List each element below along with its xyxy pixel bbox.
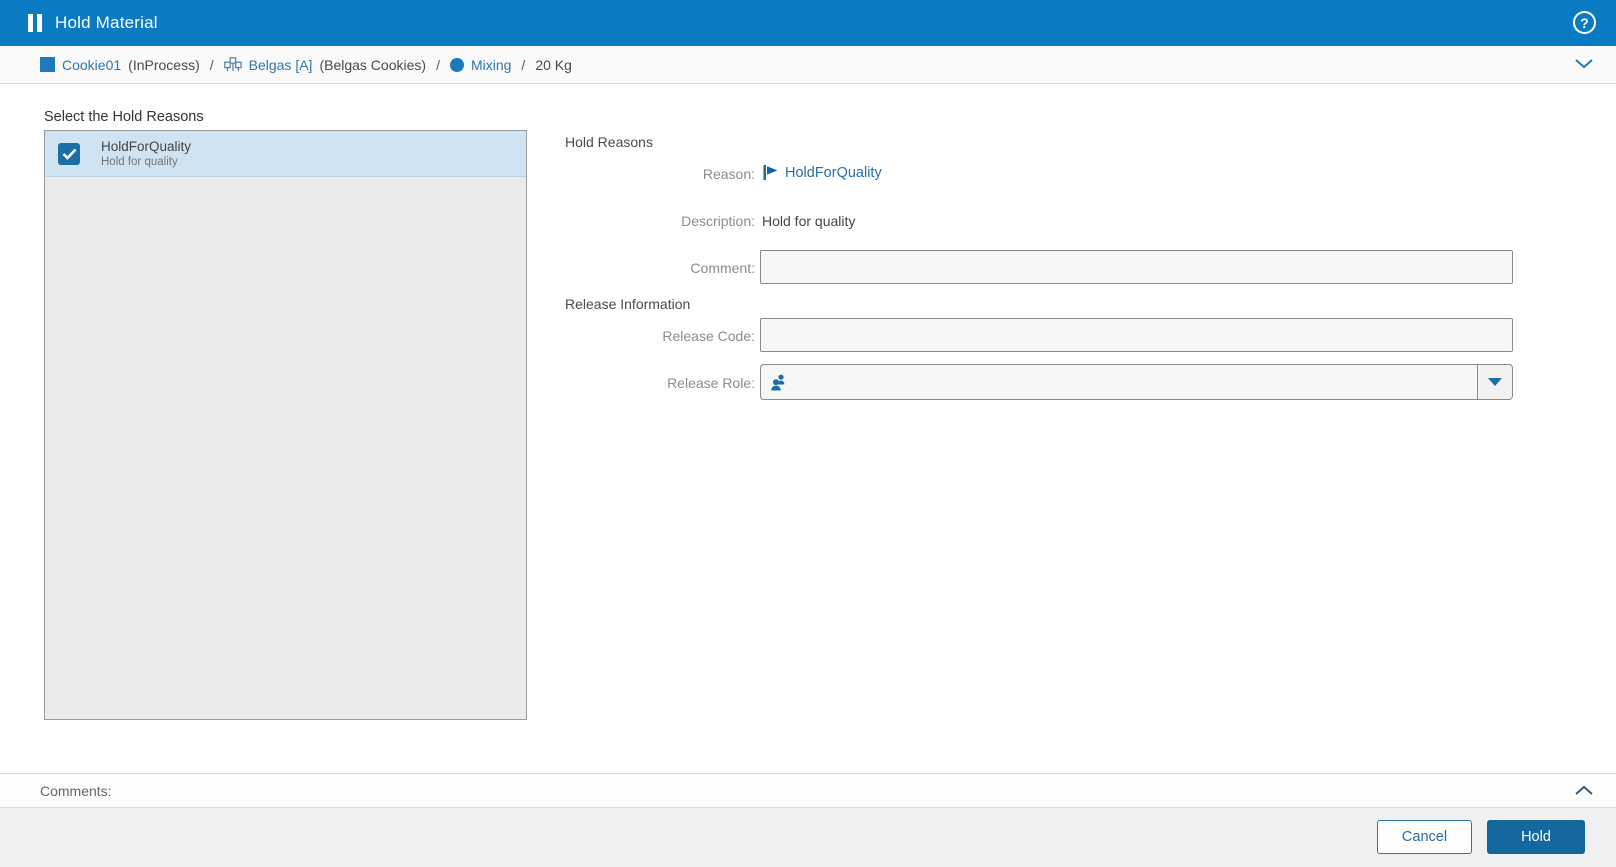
checkbox-checked-icon[interactable]	[58, 142, 80, 165]
material-icon	[40, 57, 55, 72]
comment-label: Comment:	[690, 260, 755, 276]
breadcrumb-material: Cookie01 (InProcess)	[40, 57, 200, 73]
description-value: Hold for quality	[762, 213, 856, 229]
flag-icon	[762, 164, 779, 181]
comments-label: Comments:	[40, 782, 112, 799]
breadcrumb-separator: /	[521, 56, 526, 73]
release-role-field[interactable]	[760, 364, 1513, 400]
breadcrumb-quantity: 20 Kg	[535, 56, 572, 73]
breadcrumb-equipment-status: (Belgas Cookies)	[319, 56, 427, 73]
breadcrumb: Cookie01 (InProcess) / Belgas [A] (Belga…	[0, 46, 1616, 84]
breadcrumb-equipment-link[interactable]: Belgas [A]	[249, 57, 313, 73]
release-role-input[interactable]	[789, 365, 1477, 399]
hold-reason-list-item[interactable]: HoldForQuality Hold for quality	[45, 131, 526, 177]
release-code-input[interactable]	[760, 318, 1513, 352]
release-information-section-header: Release Information	[565, 296, 691, 312]
release-role-label: Release Role:	[667, 375, 755, 391]
description-label: Description:	[681, 213, 755, 229]
breadcrumb-separator: /	[209, 56, 214, 73]
operation-icon	[449, 57, 464, 72]
release-role-dropdown-button[interactable]	[1477, 365, 1512, 399]
breadcrumb-separator: /	[436, 56, 440, 73]
title-bar: Hold Material ?	[0, 0, 1616, 46]
comments-bar: Comments:	[0, 773, 1616, 808]
reason-label: Reason:	[702, 166, 755, 182]
breadcrumb-equipment: Belgas [A] (Belgas Cookies)	[223, 56, 427, 73]
hold-reasons-list[interactable]: HoldForQuality Hold for quality	[44, 130, 527, 720]
select-hold-reasons-label: Select the Hold Reasons	[44, 109, 204, 125]
release-code-label: Release Code:	[662, 328, 755, 344]
comment-input[interactable]	[760, 250, 1513, 284]
breadcrumb-operation-link[interactable]: Mixing	[471, 57, 511, 73]
help-icon[interactable]: ?	[1573, 11, 1596, 34]
hold-button[interactable]: Hold	[1487, 820, 1585, 854]
footer: Cancel Hold	[0, 808, 1616, 867]
dropdown-triangle-icon	[1488, 378, 1502, 386]
breadcrumb-operation: Mixing	[449, 57, 511, 73]
breadcrumb-material-status: (InProcess)	[128, 56, 200, 73]
breadcrumb-collapse-chevron-down-icon[interactable]	[1574, 56, 1594, 72]
breadcrumb-material-link[interactable]: Cookie01	[62, 57, 121, 73]
hold-reasons-section-header: Hold Reasons	[565, 134, 653, 150]
hold-reason-description: Hold for quality	[101, 155, 178, 168]
equipment-icon	[223, 57, 242, 72]
cancel-button[interactable]: Cancel	[1377, 820, 1472, 854]
people-icon	[761, 365, 789, 399]
hold-reason-name: HoldForQuality	[101, 138, 192, 154]
page-title: Hold Material	[55, 13, 158, 32]
comments-expand-chevron-up-icon[interactable]	[1574, 783, 1594, 799]
hold-pause-icon	[28, 14, 42, 32]
reason-value: HoldForQuality	[785, 164, 882, 181]
